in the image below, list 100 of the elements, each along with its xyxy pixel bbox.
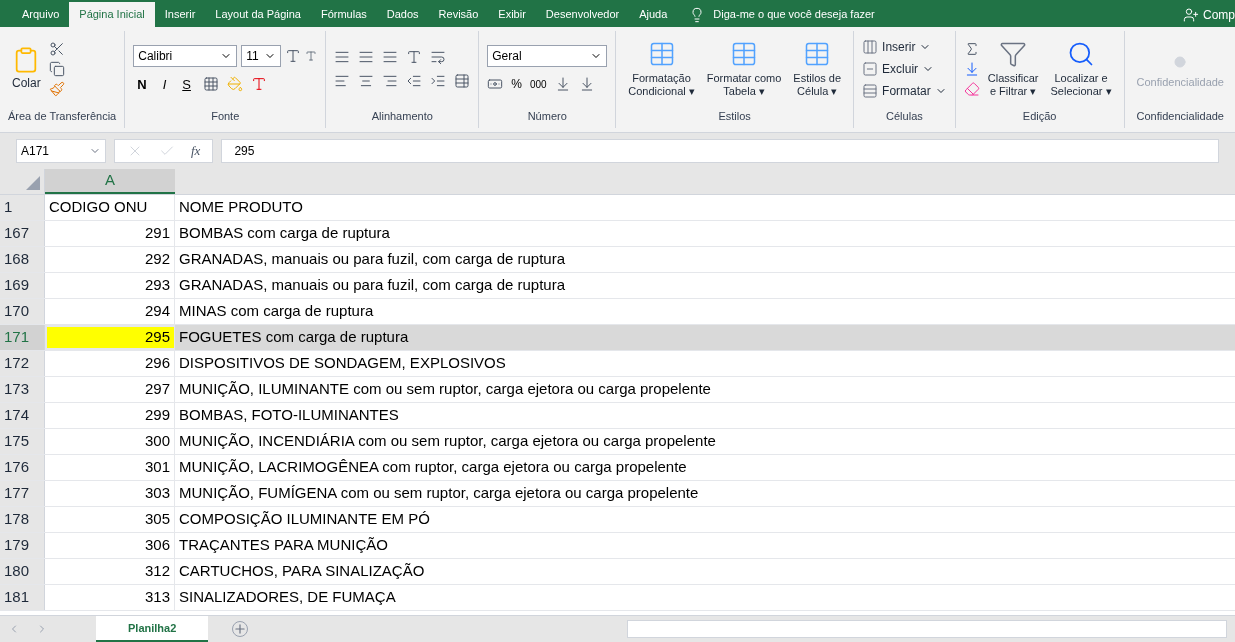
row-header[interactable]: 168	[0, 247, 45, 272]
row-header[interactable]: 169	[0, 273, 45, 298]
group-label: Confidencialidade	[1135, 108, 1225, 124]
table-cell-text: MUNIÇÃO, INCENDIÁRIA com ou sem ruptor, carga ejetora ou carga propelente	[178, 431, 717, 452]
group-label: Células	[885, 108, 924, 124]
row-header[interactable]: 1	[0, 195, 45, 220]
table-cell: 292	[45, 247, 175, 272]
table-cell-text: FOGUETES com carga de ruptura	[178, 327, 410, 348]
grid-icon	[862, 61, 879, 78]
group-label: Área de Transferência	[8, 108, 117, 124]
group-label: Número	[526, 108, 568, 124]
thousands-button[interactable]: 000	[529, 76, 547, 92]
paintbrush-icon[interactable]	[48, 81, 65, 98]
row-header[interactable]: 172	[0, 351, 45, 376]
tell-me-field[interactable]: Diga-me o que você deseja fazer	[713, 6, 875, 23]
ribbon-button[interactable]: Classificar e Filtrar ▾	[983, 39, 1043, 99]
table-cell-text: MINAS com carga de ruptura	[178, 301, 375, 322]
fill-color-icon[interactable]	[226, 76, 243, 93]
table-cell-text: DISPOSITIVOS DE SONDAGEM, EXPLOSIVOS	[178, 353, 507, 374]
grid-icon	[862, 39, 879, 56]
group-label: Edição	[1021, 108, 1058, 124]
table-cell-text: BOMBAS com carga de ruptura	[178, 223, 391, 244]
row-header[interactable]: 177	[0, 481, 45, 506]
table-cell-text: SINALIZADORES, DE FUMAÇA	[178, 587, 397, 608]
copy-icon[interactable]	[48, 61, 65, 78]
row-header[interactable]: 176	[0, 455, 45, 480]
dot-icon	[1174, 56, 1187, 69]
row-header[interactable]: 167	[0, 221, 45, 246]
borders-icon[interactable]	[202, 76, 219, 93]
cells-button[interactable]: Excluir	[862, 60, 947, 79]
number-format-field[interactable]: Geral	[487, 45, 608, 68]
table-cell: 295	[45, 325, 175, 350]
ribbon-button[interactable]: Formatar como Tabela ▾	[702, 39, 786, 99]
row-header[interactable]: 179	[0, 533, 45, 558]
underline-button[interactable]: S	[178, 74, 195, 94]
ribbon-button[interactable]: Formatação Condicional ▾	[624, 39, 699, 99]
table-cell: 300	[45, 429, 175, 454]
row-header[interactable]: 181	[0, 585, 45, 610]
menu-tab[interactable]: Página Inicial	[69, 2, 155, 27]
percent-button[interactable]: %	[511, 75, 522, 94]
grid-icon	[862, 83, 879, 100]
scissors-icon[interactable]	[48, 41, 65, 58]
wrap-text-icon[interactable]	[430, 49, 447, 66]
table-cell: 305	[45, 507, 175, 532]
menu-tab[interactable]: Ajuda	[629, 2, 678, 27]
table-cell: 293	[45, 273, 175, 298]
menu-tab[interactable]: Inserir	[154, 2, 206, 27]
table-cell: 312	[45, 559, 175, 584]
menu-tab[interactable]: Layout da Página	[205, 2, 311, 27]
formula-field[interactable]: 295	[221, 139, 1219, 163]
menu-tab[interactable]: Arquivo	[12, 2, 70, 27]
row-header[interactable]: 173	[0, 377, 45, 402]
ribbon-button[interactable]: Localizar e Selecionar ▾	[1046, 39, 1116, 99]
row-header[interactable]: 175	[0, 429, 45, 454]
table-cell-text: TRAÇANTES PARA MUNIÇÃO	[178, 535, 389, 556]
person-add-icon	[1183, 6, 1199, 23]
table-cell-text: GRANADAS, manuais ou para fuzil, com carga de ruptura	[178, 275, 566, 296]
table-cell-text: MUNIÇÃO, ILUMINANTE com ou sem ruptor, carga ejetora ou carga propelente	[178, 379, 712, 400]
row-header[interactable]: 171	[0, 325, 45, 350]
table-cell: 306	[45, 533, 175, 558]
table-cell: 291	[45, 221, 175, 246]
table-cell-text: CARTUCHOS, PARA SINALIZAÇÃO	[178, 561, 426, 582]
table-cell-text: MUNIÇÃO, LACRIMOGÊNEA com ruptor, carga ejetora ou carga propelente	[178, 457, 688, 478]
horizontal-scrollbar[interactable]	[627, 620, 1227, 638]
column-header[interactable]: A	[45, 169, 175, 194]
font-color-icon[interactable]	[250, 76, 267, 93]
paste-button[interactable]: Colar	[8, 46, 45, 93]
menu-tab[interactable]: Exibir	[488, 2, 536, 27]
name-box[interactable]: A171	[16, 139, 106, 163]
italic-button[interactable]: I	[158, 74, 171, 94]
menu-tab[interactable]: Dados	[376, 2, 429, 27]
menu-tab[interactable]: Revisão	[428, 2, 489, 27]
insert-function-button[interactable]: fx	[191, 141, 201, 161]
row-header[interactable]: 178	[0, 507, 45, 532]
ribbon-button[interactable]: Estilos de Célula ▾	[789, 39, 846, 99]
table-cell: 294	[45, 299, 175, 324]
font-field[interactable]: Calibri	[133, 44, 238, 67]
table-cell-text: GRANADAS, manuais ou para fuzil, com carga de ruptura	[178, 249, 566, 270]
table-cell-text: COMPOSIÇÃO ILUMINANTE EM PÓ	[178, 509, 431, 530]
menu-tab[interactable]: Fórmulas	[310, 2, 377, 27]
row-header[interactable]: 170	[0, 299, 45, 324]
group-label: Fonte	[210, 108, 241, 124]
table-cell: 297	[45, 377, 175, 402]
eraser-icon[interactable]	[963, 81, 980, 98]
table-cell: 296	[45, 351, 175, 376]
group-label: Estilos	[717, 108, 752, 124]
cells-button[interactable]: Formatar	[862, 82, 947, 101]
table-cell: 301	[45, 455, 175, 480]
sheet-tab[interactable]: Planilha2	[96, 616, 209, 642]
row-header[interactable]: 174	[0, 403, 45, 428]
table-cell: CODIGO ONU	[45, 195, 175, 220]
cells-button[interactable]: Inserir	[862, 38, 947, 57]
row-header[interactable]: 180	[0, 559, 45, 584]
group-label: Alinhamento	[370, 108, 434, 124]
share-button[interactable]: Comp	[1183, 2, 1235, 27]
bold-button[interactable]: N	[133, 74, 151, 94]
menu-tab[interactable]: Desenvolvedor	[535, 2, 630, 27]
font-size-field[interactable]: 11	[241, 44, 282, 67]
table-cell-text: MUNIÇÃO, FUMÍGENA com ou sem ruptor, carga ejetora ou carga propelente	[178, 483, 700, 504]
table-cell: 299	[45, 403, 175, 428]
